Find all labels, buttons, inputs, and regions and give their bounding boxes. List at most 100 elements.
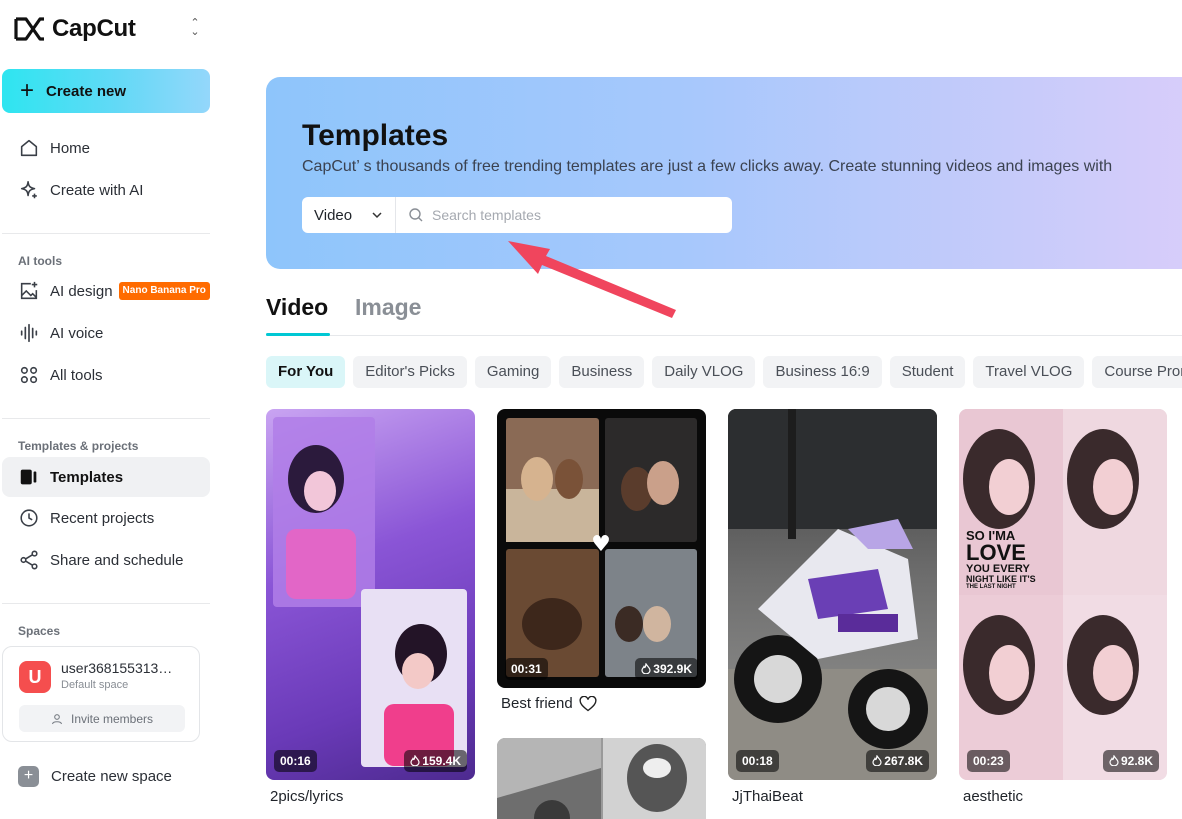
- nano-banana-badge: Nano Banana Pro: [118, 282, 210, 300]
- avatar: U: [19, 661, 51, 693]
- nav-share-schedule[interactable]: Share and schedule: [2, 540, 210, 580]
- overlay-line: NIGHT LIKE IT'S: [966, 574, 1036, 584]
- brand-row[interactable]: CapCut ⌃ ⌄: [14, 12, 210, 46]
- active-tab-indicator: [266, 333, 330, 336]
- template-title: Best friend: [501, 695, 573, 712]
- chip-business-16-9[interactable]: Business 16:9: [763, 356, 882, 388]
- chip-course-promo[interactable]: Course Promo: [1092, 356, 1182, 388]
- flame-icon: [1109, 754, 1119, 767]
- search-icon: [409, 208, 423, 222]
- ai-tools-heading: AI tools: [18, 254, 62, 268]
- usage-badge: 392.9K: [635, 658, 698, 680]
- page-title: Templates: [302, 119, 449, 152]
- sparkle-icon: [20, 180, 37, 199]
- duration-badge: 00:31: [505, 658, 548, 680]
- template-title[interactable]: aesthetic: [963, 788, 1023, 805]
- clock-icon: [20, 509, 38, 527]
- nav-ai-voice[interactable]: AI voice: [2, 313, 210, 353]
- flame-icon: [641, 662, 651, 675]
- divider: [2, 418, 210, 419]
- chip-daily-vlog[interactable]: Daily VLOG: [652, 356, 756, 388]
- template-thumbnail: [497, 738, 706, 819]
- template-card[interactable]: ♥ 00:31 392.9K: [497, 409, 706, 688]
- usage-badge: 92.8K: [1102, 750, 1159, 772]
- divider: [2, 603, 210, 604]
- duration-badge: 00:16: [274, 750, 317, 772]
- image-sparkle-icon: [20, 281, 38, 300]
- duration-badge: 00:23: [967, 750, 1010, 772]
- template-title-row[interactable]: Best friend: [501, 695, 597, 712]
- chip-for-you[interactable]: For You: [266, 356, 346, 388]
- nav-all-tools[interactable]: All tools: [2, 355, 210, 395]
- capcut-logo-icon: [14, 17, 44, 41]
- usage-badge: 159.4K: [404, 750, 467, 772]
- template-thumbnail: [728, 409, 937, 780]
- templates-hero: Templates CapCut’ s thousands of free tr…: [266, 77, 1182, 269]
- template-thumbnail: ♥: [506, 418, 697, 677]
- invite-members-button[interactable]: Invite members: [19, 705, 185, 732]
- heart-outline-icon: [579, 695, 597, 711]
- create-new-label: Create new: [46, 82, 127, 100]
- nav-share-schedule-label: Share and schedule: [50, 551, 184, 569]
- nav-ai-voice-label: AI voice: [50, 324, 104, 342]
- template-card[interactable]: 00:16 159.4K: [266, 409, 475, 780]
- flame-icon: [872, 754, 882, 767]
- nav-create-with-ai-label: Create with AI: [50, 181, 144, 199]
- capcut-app: CapCut ⌃ ⌄ + Create new Home Create with …: [0, 0, 1182, 819]
- nav-home[interactable]: Home: [2, 128, 210, 168]
- chip-gaming[interactable]: Gaming: [474, 356, 552, 388]
- media-tabs: Video Image: [266, 290, 1182, 336]
- template-thumbnail: [959, 409, 1167, 780]
- overlay-caption: SO I'MA LOVE YOU EVERY NIGHT LIKE IT'S T…: [966, 529, 1036, 590]
- tab-video[interactable]: Video: [266, 294, 328, 321]
- duration-badge: 00:18: [736, 750, 779, 772]
- nav-recent-projects-label: Recent projects: [50, 509, 155, 527]
- waveform-icon: [20, 323, 38, 343]
- chip-editors-picks[interactable]: Editor's Picks: [353, 356, 467, 388]
- type-dropdown-value: Video: [314, 206, 353, 224]
- home-icon: [20, 139, 38, 157]
- nav-ai-design[interactable]: AI design Nano Banana Pro: [2, 271, 210, 311]
- flame-icon: [410, 754, 420, 767]
- overlay-line: LOVE: [966, 540, 1026, 565]
- nav-templates[interactable]: Templates: [2, 457, 210, 497]
- create-new-space-label: Create new space: [51, 768, 172, 785]
- overlay-line: THE LAST NIGHT: [966, 584, 1016, 590]
- usage-count: 392.9K: [653, 662, 692, 676]
- divider: [2, 233, 210, 234]
- usage-count: 92.8K: [1120, 754, 1153, 768]
- chip-student[interactable]: Student: [889, 356, 966, 388]
- workspace-switch-icon[interactable]: ⌃ ⌄: [188, 18, 202, 39]
- template-thumbnail: [273, 417, 467, 767]
- template-card[interactable]: 00:18 267.8K: [728, 409, 937, 780]
- page-subtitle: CapCut’ s thousands of free trending tem…: [302, 158, 1113, 175]
- chip-business[interactable]: Business: [559, 356, 645, 388]
- heart-icon: ♥: [591, 532, 611, 557]
- type-dropdown[interactable]: Video: [302, 197, 396, 233]
- search-bar: Video: [302, 197, 732, 233]
- create-new-button[interactable]: + Create new: [2, 69, 210, 113]
- template-icon: [20, 469, 37, 485]
- create-new-space-button[interactable]: + Create new space: [18, 766, 172, 787]
- nav-create-with-ai[interactable]: Create with AI: [2, 170, 210, 210]
- nav-home-label: Home: [50, 139, 91, 157]
- space-card[interactable]: U user368155313… Default space Invite me…: [2, 646, 200, 742]
- space-type: Default space: [61, 679, 129, 691]
- space-user-name: user368155313…: [61, 660, 173, 676]
- nav-recent-projects[interactable]: Recent projects: [2, 498, 210, 538]
- tab-image[interactable]: Image: [355, 294, 421, 321]
- template-title[interactable]: 2pics/lyrics: [270, 788, 343, 805]
- usage-badge: 267.8K: [866, 750, 929, 772]
- plus-icon: +: [20, 77, 35, 104]
- share-icon: [20, 550, 38, 570]
- template-card[interactable]: SO I'MA LOVE YOU EVERY NIGHT LIKE IT'S T…: [959, 409, 1167, 780]
- nav-all-tools-label: All tools: [50, 366, 103, 384]
- template-card[interactable]: [497, 738, 706, 819]
- chip-travel-vlog[interactable]: Travel VLOG: [973, 356, 1085, 388]
- chevron-down-icon: [372, 212, 382, 219]
- sidebar: CapCut ⌃ ⌄ + Create new Home Create with …: [0, 0, 222, 819]
- template-title[interactable]: JjThaiBeat: [732, 788, 803, 805]
- brand-name: CapCut: [52, 15, 136, 42]
- search-input[interactable]: [432, 207, 712, 223]
- spaces-heading: Spaces: [18, 624, 61, 638]
